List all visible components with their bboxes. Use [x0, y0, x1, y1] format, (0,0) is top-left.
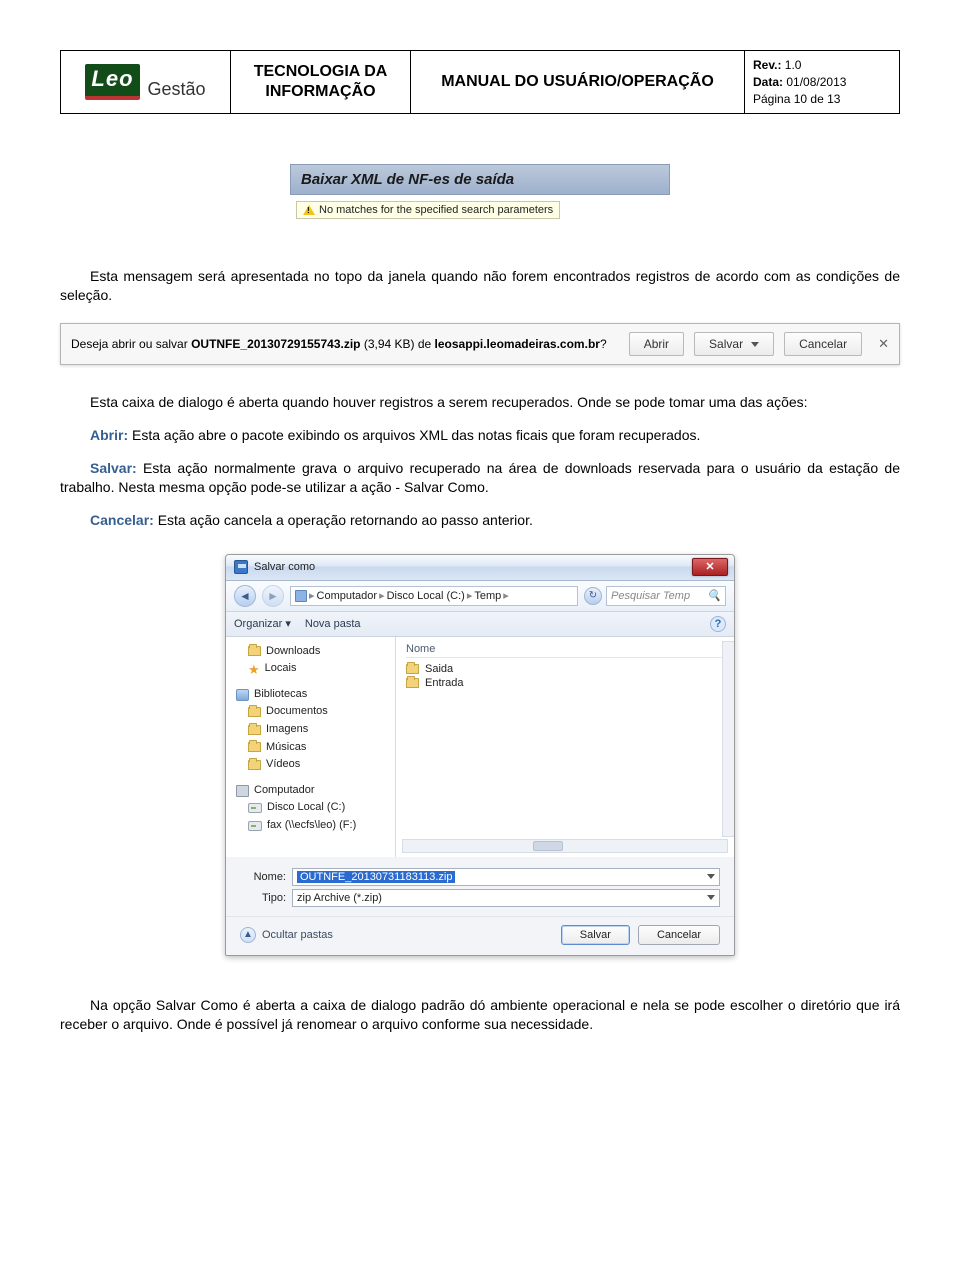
folder-icon [248, 760, 261, 770]
dialog-save-button[interactable]: Salvar [561, 925, 630, 945]
rev-label: Rev.: [753, 58, 781, 72]
paragraph-2: Esta caixa de dialogo é aberta quando ho… [60, 393, 900, 412]
save-icon [234, 560, 248, 574]
chevron-down-icon [751, 342, 759, 347]
logo-subtext: Gestão [148, 79, 206, 100]
page-current: 10 [794, 92, 807, 106]
dialog-toolbar: Organizar ▾ Nova pasta ? [226, 612, 734, 637]
document-header: Leo Gestão TECNOLOGIA DA INFORMAÇÃO MANU… [60, 50, 900, 114]
folder-icon [406, 664, 419, 674]
logo-cell: Leo Gestão [61, 51, 231, 114]
filetype-label: Tipo: [240, 892, 286, 904]
page-total: 13 [827, 92, 840, 106]
chevron-down-icon [707, 895, 715, 900]
refresh-button[interactable]: ↻ [584, 587, 602, 605]
rev-value: 1.0 [785, 58, 802, 72]
organize-menu[interactable]: Organizar ▾ [234, 617, 291, 630]
dialog-cancel-button[interactable]: Cancelar [638, 925, 720, 945]
folder-icon [248, 646, 261, 656]
folder-icon [406, 678, 419, 688]
paragraph-1: Esta mensagem será apresentada no topo d… [60, 267, 900, 305]
filename-input[interactable]: OUTNFE_20130731183113.zip [292, 868, 720, 886]
download-prompt: Deseja abrir ou salvar OUTNFE_2013072915… [71, 337, 607, 351]
breadcrumb[interactable]: ▸ Computador ▸ Disco Local (C:) ▸ Temp ▸ [290, 586, 578, 606]
ie-download-bar: Deseja abrir ou salvar OUTNFE_2013072915… [60, 323, 900, 365]
help-icon[interactable]: ? [710, 616, 726, 632]
dialog-titlebar: Salvar como ✕ [226, 555, 734, 581]
new-folder-button[interactable]: Nova pasta [305, 618, 361, 630]
folder-tree[interactable]: Downloads ★Locais Bibliotecas Documentos… [226, 637, 396, 857]
def-salvar: Salvar: Esta ação normalmente grava o ar… [60, 459, 900, 497]
date-value: 01/08/2013 [786, 75, 846, 89]
no-match-text: No matches for the specified search para… [319, 204, 553, 216]
folder-icon [248, 707, 261, 717]
close-icon[interactable]: ✕ [878, 336, 889, 352]
dialog-title: Salvar como [254, 561, 315, 573]
filetype-select[interactable]: zip Archive (*.zip) [292, 889, 720, 907]
folder-icon [248, 742, 261, 752]
drive-icon [248, 803, 262, 813]
dialog-navbar: ◄ ► ▸ Computador ▸ Disco Local (C:) ▸ Te… [226, 581, 734, 612]
search-input[interactable]: Pesquisar Temp 🔍 [606, 586, 726, 606]
cancel-button[interactable]: Cancelar [784, 332, 862, 356]
download-host: leosappi.leomadeiras.com.br [435, 337, 600, 351]
page-of: de [810, 92, 823, 106]
chevron-up-icon: ▲ [240, 927, 256, 943]
def-abrir: Abrir: Esta ação abre o pacote exibindo … [60, 426, 900, 445]
computer-icon [236, 785, 249, 797]
crumb-computer[interactable]: Computador [317, 590, 378, 602]
nav-forward-button[interactable]: ► [262, 585, 284, 607]
nav-back-button[interactable]: ◄ [234, 585, 256, 607]
save-button[interactable]: Salvar [694, 332, 774, 356]
department-cell: TECNOLOGIA DA INFORMAÇÃO [231, 51, 411, 114]
open-button[interactable]: Abrir [629, 332, 684, 356]
meta-cell: Rev.: 1.0 Data: 01/08/2013 Página 10 de … [745, 51, 900, 114]
drive-icon [248, 821, 262, 831]
page-label: Página [753, 92, 790, 106]
screenshot-xml-bar: Baixar XML de NF-es de saída No matches … [290, 164, 670, 227]
list-item: Saida [406, 662, 724, 676]
chevron-down-icon [707, 874, 715, 879]
paragraph-3: Na opção Salvar Como é aberta a caixa de… [60, 996, 900, 1034]
dialog-footer: ▲ Ocultar pastas Salvar Cancelar [226, 916, 734, 955]
scrollbar-vertical[interactable] [722, 641, 735, 837]
search-icon: 🔍 [707, 589, 721, 602]
def-cancelar: Cancelar: Esta ação cancela a operação r… [60, 511, 900, 530]
doc-title: MANUAL DO USUÁRIO/OPERAÇÃO [411, 51, 745, 114]
logo-badge: Leo [85, 64, 139, 100]
xml-panel-title: Baixar XML de NF-es de saída [290, 164, 670, 195]
save-as-dialog: Salvar como ✕ ◄ ► ▸ Computador ▸ Disco L… [225, 554, 735, 956]
filename-label: Nome: [240, 871, 286, 883]
dialog-close-button[interactable]: ✕ [692, 558, 728, 576]
list-item: Entrada [406, 676, 724, 690]
scrollbar-horizontal[interactable] [402, 839, 728, 853]
xml-panel-msg-area: No matches for the specified search para… [290, 195, 670, 227]
date-label: Data: [753, 75, 783, 89]
file-list[interactable]: Nome Saida Entrada [396, 637, 734, 857]
dept-line2: INFORMAÇÃO [239, 82, 402, 102]
folder-icon [248, 725, 261, 735]
column-header-name[interactable]: Nome [406, 643, 724, 658]
dialog-fields: Nome: OUTNFE_20130731183113.zip Tipo: zi… [226, 857, 734, 916]
warning-icon [303, 205, 315, 215]
crumb-folder[interactable]: Temp [474, 590, 501, 602]
hide-folders-toggle[interactable]: ▲ Ocultar pastas [240, 927, 333, 943]
dept-line1: TECNOLOGIA DA [239, 62, 402, 82]
star-icon: ★ [248, 663, 260, 676]
download-filename: OUTNFE_20130729155743.zip [191, 337, 360, 351]
crumb-drive[interactable]: Disco Local (C:) [387, 590, 465, 602]
library-icon [236, 689, 249, 701]
drive-icon [295, 590, 307, 602]
